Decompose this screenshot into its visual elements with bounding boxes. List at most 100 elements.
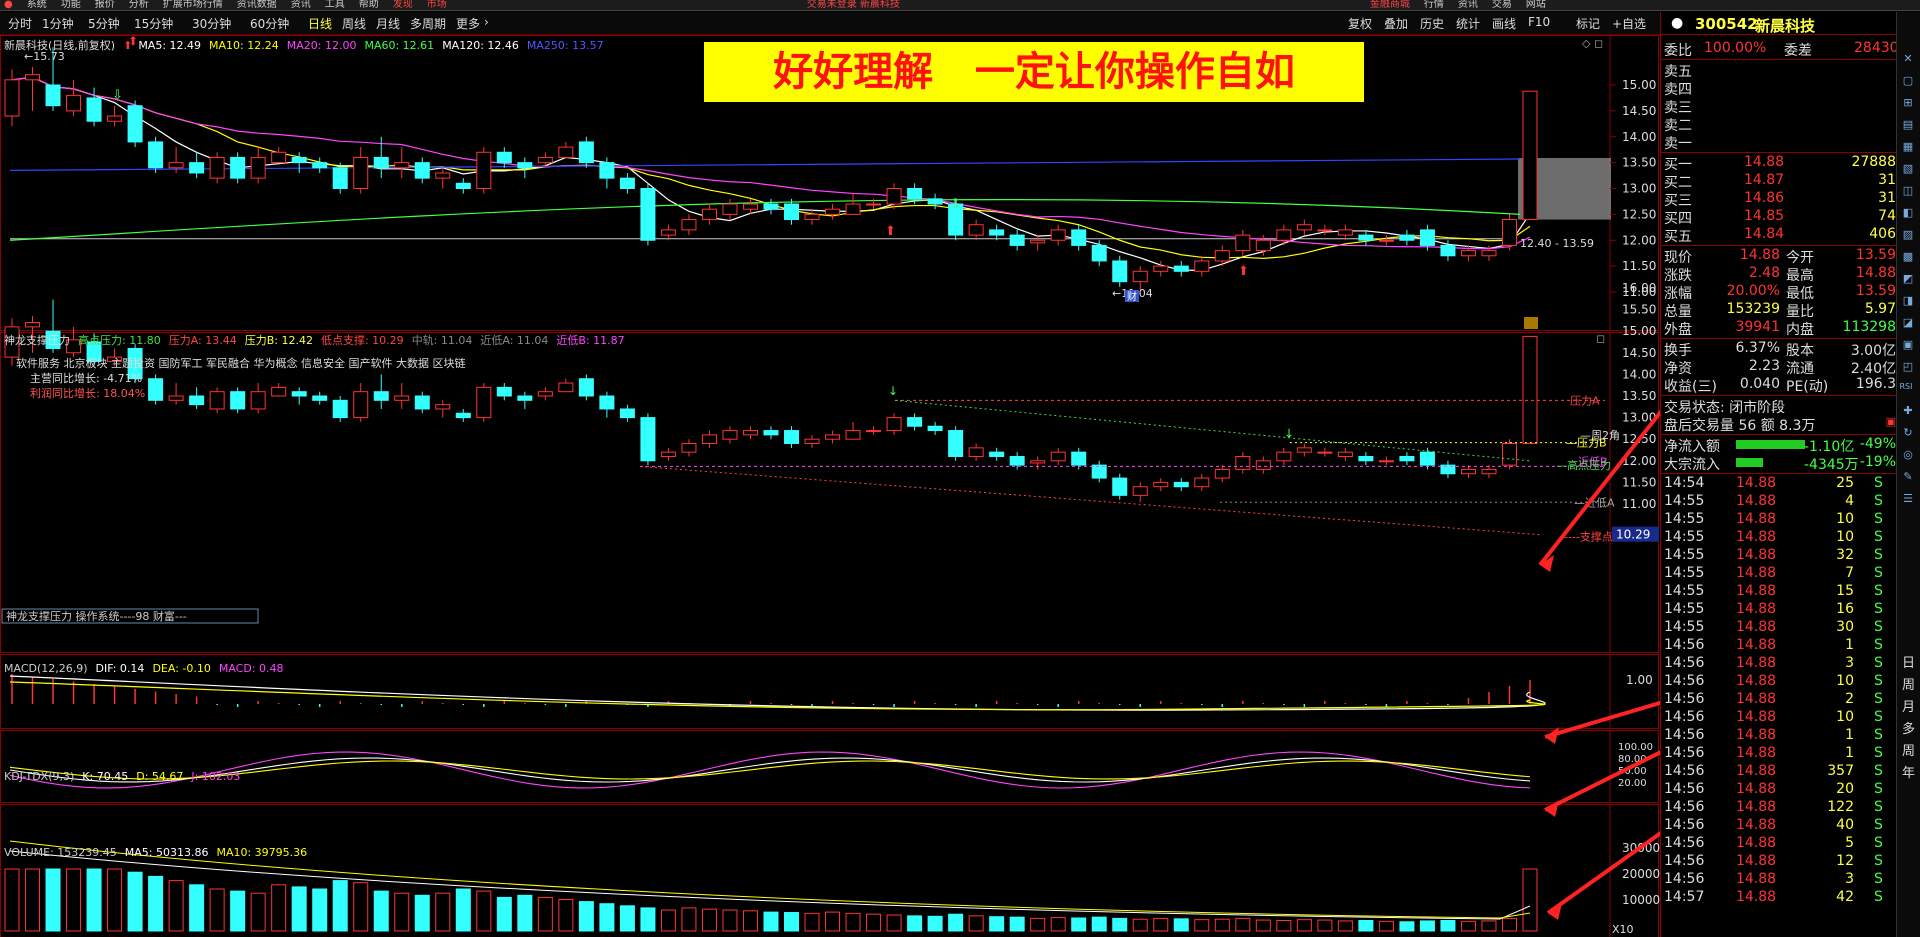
toolbar-right-tab[interactable]: 标记: [1576, 15, 1600, 32]
sidebar-tool-icon[interactable]: ✕: [1901, 52, 1915, 66]
quote-row: 净流入额 -1.10亿 -49%: [1664, 436, 1900, 455]
sidebar-tool-icon[interactable]: ◰: [1901, 360, 1915, 374]
period-tab[interactable]: 5分钟: [88, 15, 120, 32]
top-right-link[interactable]: 交易: [1492, 0, 1512, 10]
support-axis-tick: 15.50: [1622, 303, 1656, 317]
period-tab[interactable]: 多周期: [410, 15, 446, 32]
volume-bar: [66, 868, 82, 932]
toolbar-right-tab[interactable]: 统计: [1456, 15, 1480, 32]
candle-body: [189, 395, 205, 406]
tick-price: 14.88: [1736, 511, 1777, 527]
sidebar-tool-icon[interactable]: ◎: [1901, 448, 1915, 462]
quote-panel: 300542 新晨科技 ● 委比 100.00% 委差 28430 卖五 卖四 卖三 卖二 卖一 买一 1…: [1660, 12, 1920, 937]
candle-body: [989, 229, 1005, 236]
period-tab[interactable]: 月线: [376, 15, 400, 32]
sidebar-tool-icon[interactable]: ◨: [1901, 294, 1915, 308]
sidebar-tool-icon[interactable]: ✎: [1901, 470, 1915, 484]
candle-body: [1399, 234, 1415, 241]
period-tab[interactable]: 1分钟: [42, 15, 74, 32]
menu-item[interactable]: 报价: [95, 0, 115, 10]
sidebar-period-label[interactable]: 日: [1902, 652, 1915, 671]
top-right-link[interactable]: 资讯: [1458, 0, 1478, 10]
sidebar-tool-icon[interactable]: ↻: [1901, 426, 1915, 440]
volume-bar: [496, 896, 512, 932]
menu-item[interactable]: 市场: [427, 0, 447, 10]
sidebar-tool-icon[interactable]: ▨: [1901, 228, 1915, 242]
stat-value: 2.40亿: [1850, 361, 1896, 377]
toolbar-right-tab[interactable]: +自选: [1612, 15, 1646, 32]
period-tab[interactable]: 周线: [342, 15, 366, 32]
tick-side: S: [1874, 583, 1883, 599]
candle-body: [784, 430, 800, 445]
sidebar-tool-icon[interactable]: ▧: [1901, 162, 1915, 176]
period-tab[interactable]: 分时: [8, 15, 32, 32]
menu-item[interactable]: 发现: [393, 0, 413, 10]
candle-body: [1419, 229, 1435, 246]
sidebar-tool-icon[interactable]: RSI: [1899, 382, 1913, 396]
menu-item[interactable]: 扩展市场行情: [163, 0, 223, 10]
period-tab[interactable]: 日线: [308, 15, 332, 32]
period-tab[interactable]: 15分钟: [134, 15, 173, 32]
price-axis-tick: 15.00: [1622, 78, 1656, 92]
period-tab[interactable]: 更多: [456, 15, 480, 32]
volume-bar: [476, 890, 492, 932]
quote-row: 14:56 14.88 2 S: [1664, 691, 1900, 709]
sidebar-tool-icon[interactable]: ◩: [1901, 272, 1915, 286]
tick-volume: 10: [1836, 709, 1854, 725]
stat-value: 3.00亿: [1850, 343, 1896, 359]
sidebar-period-label[interactable]: 多: [1902, 718, 1915, 737]
menu-item[interactable]: 分析: [129, 0, 149, 10]
sidebar-period-label[interactable]: 年: [1902, 762, 1915, 781]
sidebar-tool-icon[interactable]: ◫: [1901, 184, 1915, 198]
up-arrow-icon: ⬆: [885, 224, 896, 239]
candle-body: [701, 208, 717, 221]
menu-item[interactable]: 资讯数据: [237, 0, 277, 10]
volume-bar: [845, 912, 861, 932]
expand-icon[interactable]: ▣: [1886, 415, 1896, 428]
top-right-link[interactable]: 行情: [1424, 0, 1444, 10]
sidebar-period-label[interactable]: 月: [1902, 696, 1915, 715]
sidebar-tool-icon[interactable]: ◧: [1901, 206, 1915, 220]
sidebar-tool-icon[interactable]: ⊞: [1901, 96, 1915, 110]
period-tab[interactable]: 60分钟: [250, 15, 289, 32]
sidebar-tool-icon[interactable]: ▦: [1901, 140, 1915, 154]
candle-body: [1132, 486, 1148, 496]
kline-chart-area[interactable]: ⇩ ⇩ ⬆ ⬆ ⬆ 15.00 14.50 14.00 13.50 13.00 12.50 12.00…: [0, 35, 1660, 937]
sidebar-period-label[interactable]: 周: [1902, 740, 1915, 759]
top-right-link[interactable]: 网站: [1526, 0, 1546, 10]
toolbar-right-tab[interactable]: 复权: [1348, 15, 1372, 32]
toolbar-right-tab[interactable]: 画线: [1492, 15, 1516, 32]
menu-item[interactable]: 工具: [325, 0, 345, 10]
tick-price: 14.88: [1736, 493, 1777, 509]
menu-item[interactable]: 功能: [61, 0, 81, 10]
toolbar-right-tab[interactable]: F10: [1528, 15, 1550, 29]
period-tab[interactable]: 30分钟: [192, 15, 231, 32]
sidebar-tool-icon[interactable]: ▤: [1901, 118, 1915, 132]
menu-item[interactable]: 帮助: [359, 0, 379, 10]
candle-body: [1255, 460, 1271, 470]
volume-bar: [784, 912, 800, 932]
sidebar-tool-icon[interactable]: ✚: [1901, 404, 1915, 418]
candle-body: [701, 434, 717, 445]
top-right-link[interactable]: 金融商城: [1370, 0, 1410, 10]
sidebar-tool-icon[interactable]: ▣: [1901, 338, 1915, 352]
stat-label: 净资: [1664, 361, 1692, 377]
candle-body: [496, 386, 512, 397]
volume-bar: [537, 896, 553, 932]
volume-bar: [1481, 920, 1497, 932]
tick-volume: 4: [1845, 493, 1854, 509]
toolbar-right-tab[interactable]: 历史: [1420, 15, 1444, 32]
menu-item[interactable]: 系统: [27, 0, 47, 10]
chevron-right-icon[interactable]: ›: [484, 15, 489, 29]
sidebar-tool-icon[interactable]: ☰: [1901, 492, 1915, 506]
menu-item[interactable]: 资讯: [291, 0, 311, 10]
sidebar-tool-icon[interactable]: ◪: [1901, 316, 1915, 330]
candle-body: [1030, 239, 1046, 244]
toolbar-right-tab[interactable]: 叠加: [1384, 15, 1408, 32]
login-notice: 交易未登录 新晨科技: [806, 0, 900, 10]
candle-body: [1440, 244, 1456, 257]
sidebar-tool-icon[interactable]: ▢: [1901, 74, 1915, 88]
sidebar-tool-icon[interactable]: ▩: [1901, 250, 1915, 264]
sidebar-period-label[interactable]: 周: [1902, 674, 1915, 693]
tick-volume: 16: [1836, 601, 1854, 617]
